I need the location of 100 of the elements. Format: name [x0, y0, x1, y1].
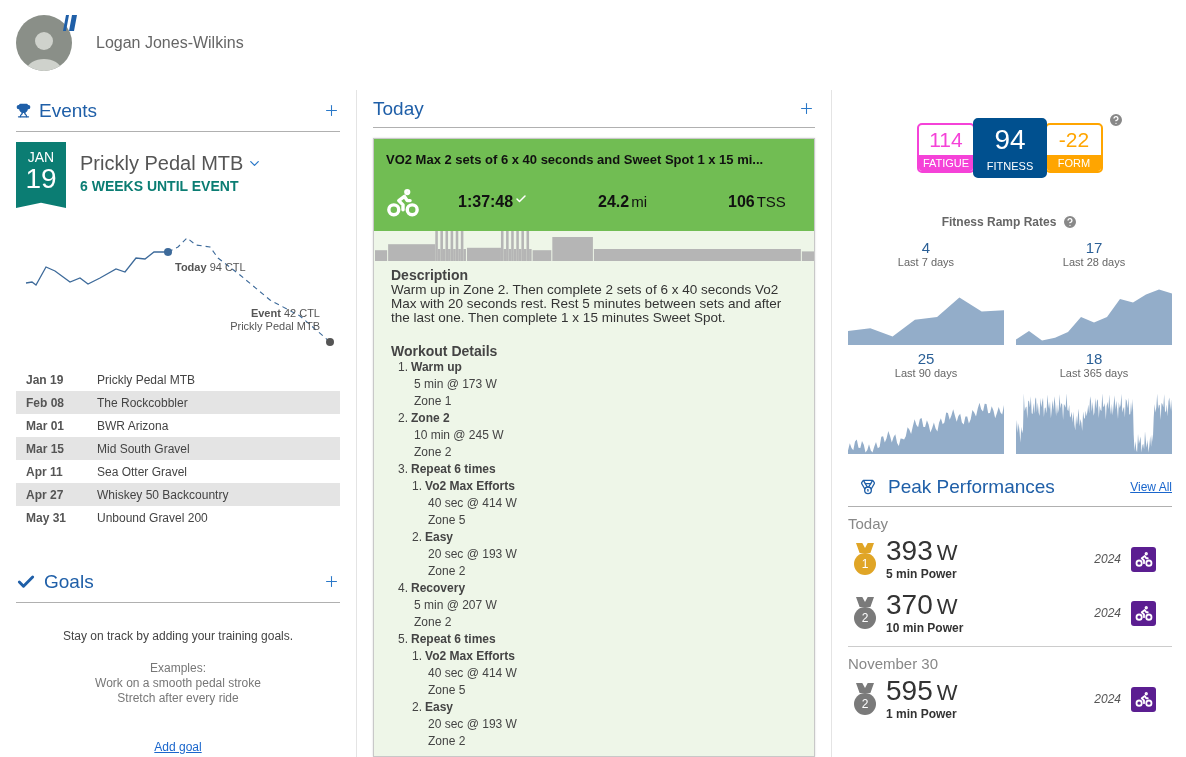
power-duration: 5 min Power: [886, 567, 958, 581]
workout-step-detail: Zone 2: [427, 733, 467, 750]
event-date: Mar 01: [25, 418, 66, 433]
workout-step-detail: Zone 1: [413, 393, 453, 410]
medal-icon: [860, 479, 876, 495]
event-name[interactable]: Prickly Pedal MTB: [80, 152, 244, 175]
workout-step-title: 1. Warm up: [398, 359, 463, 376]
event-title: Unbound Gravel 200: [97, 510, 208, 525]
event-row[interactable]: Apr 27 Whiskey 50 Backcountry: [16, 483, 340, 506]
performance-date: November 30: [848, 655, 940, 672]
event-title: Mid South Gravel: [97, 441, 190, 456]
workout-distance: 24.2mi: [598, 193, 648, 211]
add-button[interactable]: [323, 102, 340, 119]
ramp-rates-title: Fitness Ramp Rates: [941, 215, 1057, 229]
help-icon[interactable]: [1108, 112, 1124, 128]
workout-step-title: 1. Vo2 Max Efforts: [412, 478, 516, 495]
add-button[interactable]: [323, 573, 340, 590]
ramp-rate-period: Last 7 days: [897, 256, 955, 269]
workout-step-detail: 5 min @ 173 W: [413, 376, 498, 393]
performance-year: 2024: [1094, 692, 1121, 706]
goal-example: Stretch after every ride: [116, 691, 240, 706]
power-value: 393 W: [886, 537, 959, 567]
ramp-rate-value: 17: [1085, 240, 1103, 256]
workout-step-detail: Zone 2: [413, 614, 453, 631]
view-all-link[interactable]: View All: [1130, 480, 1172, 494]
ramp-rate-value: 4: [921, 240, 931, 256]
workout-step-detail: 40 sec @ 414 W: [427, 495, 518, 512]
event-date: Feb 08: [25, 395, 65, 410]
chart-label: Prickly Pedal MTB: [230, 320, 320, 332]
power-duration: 1 min Power: [886, 707, 958, 721]
bike-icon: [1131, 686, 1156, 712]
workout-step-title: 1. Vo2 Max Efforts: [412, 648, 516, 665]
badge-icon: [62, 15, 78, 31]
workout-tss: 106TSS: [728, 193, 786, 211]
event-row[interactable]: Apr 11 Sea Otter Gravel: [16, 460, 340, 483]
chart-label: Event 42 CTL: [250, 307, 320, 319]
section-title: Events: [39, 99, 99, 122]
section-title: Goals: [44, 570, 95, 593]
workout-step-detail: Zone 2: [413, 444, 453, 461]
event-title: BWR Arizona: [97, 418, 169, 433]
event-title: The Rockcobbler: [97, 395, 188, 410]
ramp-rate-value: 25: [917, 351, 935, 367]
details-title: Workout Details: [391, 343, 499, 359]
event-row[interactable]: Mar 01 BWR Arizona: [16, 414, 340, 437]
power-duration: 10 min Power: [886, 621, 965, 635]
workout-step-detail: 5 min @ 207 W: [413, 597, 498, 614]
event-title: Whiskey 50 Backcountry: [97, 487, 229, 502]
workout-step-title: 4. Recovery: [398, 580, 467, 597]
bike-icon: [1131, 546, 1156, 572]
ramp-rate-period: Last 28 days: [1062, 256, 1126, 269]
workout-duration: 1:37:48: [458, 193, 514, 211]
description-title: Description: [391, 267, 469, 283]
power-value: 370 W: [886, 591, 959, 621]
help-icon[interactable]: [1062, 214, 1079, 230]
workout-step-detail: 40 sec @ 414 W: [427, 665, 518, 682]
workout-step-title: 2. Zone 2: [398, 410, 451, 427]
performance-year: 2024: [1094, 552, 1121, 566]
athlete-name: Logan Jones-Wilkins: [96, 34, 244, 52]
trophy-icon: [16, 103, 31, 118]
workout-step-title: 2. Easy: [412, 699, 455, 716]
event-title: Sea Otter Gravel: [97, 464, 188, 479]
event-title: Prickly Pedal MTB: [97, 372, 196, 387]
power-value: 595 W: [886, 677, 959, 707]
goal-example: Work on a smooth pedal stroke: [95, 676, 261, 691]
metric-tile[interactable]: 94 FITNESS: [973, 118, 1047, 178]
ramp-rate-period: Last 365 days: [1059, 367, 1129, 380]
workout-step-detail: Zone 2: [427, 563, 467, 580]
avatar[interactable]: [16, 15, 78, 71]
event-date: May 31: [25, 510, 68, 525]
add-button[interactable]: [798, 100, 815, 117]
workout-step-detail: 20 sec @ 193 W: [427, 716, 518, 733]
workout-step-detail: 20 sec @ 193 W: [427, 546, 518, 563]
workout-step-title: 5. Repeat 6 times: [398, 631, 497, 648]
workout-description: Warm up in Zone 2. Then complete 2 sets of 6 x 40 seconds Vo2 Max with 20 seconds rest. Rest 5 minutes between sets and after the last one. Then complete 1 x 15 minutes Sweet Spot.: [391, 283, 783, 325]
event-row[interactable]: Mar 15 Mid South Gravel: [16, 437, 340, 460]
workout-card[interactable]: [373, 138, 815, 757]
workout-step-detail: Zone 5: [427, 682, 467, 699]
performance-year: 2024: [1094, 606, 1121, 620]
workout-step-detail: 10 min @ 245 W: [413, 427, 505, 444]
examples-title: Examples:: [149, 661, 207, 676]
ramp-rate-period: Last 90 days: [894, 367, 958, 380]
event-row[interactable]: Jan 19 Prickly Pedal MTB: [16, 368, 340, 391]
event-date: Mar 15: [25, 441, 66, 456]
event-row[interactable]: Feb 08 The Rockcobbler: [16, 391, 340, 414]
add-goal-link[interactable]: Add goal: [154, 740, 202, 754]
performance-date: Today: [848, 515, 890, 532]
workout-step-title: 2. Easy: [412, 529, 455, 546]
event-date: Apr 27: [25, 487, 65, 502]
goals-message: Stay on track by adding your training goals.: [62, 629, 294, 643]
event-date-ribbon: JAN 19: [16, 142, 66, 208]
ramp-rate-value: 18: [1085, 351, 1103, 367]
event-date: Apr 11: [25, 464, 64, 479]
section-title: Today: [373, 97, 425, 120]
event-date: Jan 19: [25, 372, 65, 387]
chart-label: Today 94 CTL: [175, 261, 246, 273]
bike-icon: [1131, 600, 1156, 626]
workout-step-title: 3. Repeat 6 times: [398, 461, 497, 478]
section-title: Peak Performances: [888, 476, 1056, 498]
event-row[interactable]: May 31 Unbound Gravel 200: [16, 506, 340, 529]
workout-step-detail: Zone 5: [427, 512, 467, 529]
